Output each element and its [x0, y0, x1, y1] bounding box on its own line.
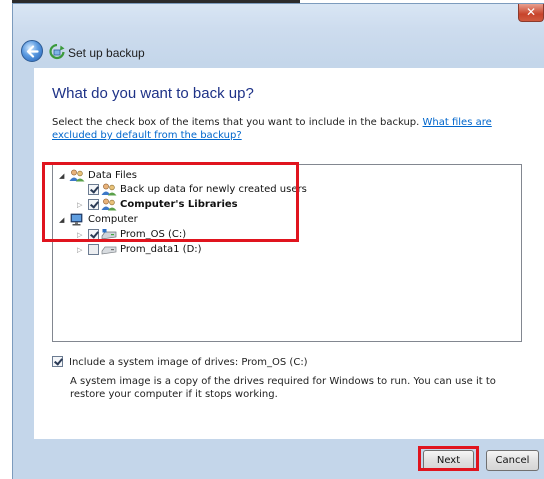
tree-item-label: Prom_data1 (D:) — [120, 244, 202, 255]
instructions-text: Select the check box of the items that y… — [52, 117, 420, 128]
close-button[interactable]: ✕ — [518, 4, 544, 22]
system-image-label: Include a system image of drives: Prom_O… — [69, 357, 308, 368]
content-panel: What do you want to back up? Select the … — [34, 68, 544, 439]
drive-icon — [101, 246, 117, 255]
window-title: Set up backup — [68, 46, 145, 60]
drive-d-checkbox[interactable] — [88, 244, 99, 255]
tree-highlight-box — [42, 162, 299, 242]
expand-arrow-icon[interactable]: ▷ — [77, 246, 82, 254]
cancel-button[interactable]: Cancel — [486, 450, 539, 471]
back-arrow-icon — [26, 45, 39, 58]
background-strip — [0, 0, 12, 479]
page-heading: What do you want to back up? — [52, 85, 254, 102]
back-button[interactable] — [21, 40, 43, 62]
system-image-checkbox[interactable] — [52, 356, 63, 367]
next-highlight-box — [418, 446, 479, 471]
backup-icon — [49, 44, 65, 60]
instructions: Select the check box of the items that y… — [52, 116, 522, 142]
screenshot: ✕ Set up backup What do you want to back… — [0, 0, 544, 479]
close-icon: ✕ — [525, 5, 537, 19]
system-image-description: A system image is a copy of the drives r… — [70, 376, 496, 400]
